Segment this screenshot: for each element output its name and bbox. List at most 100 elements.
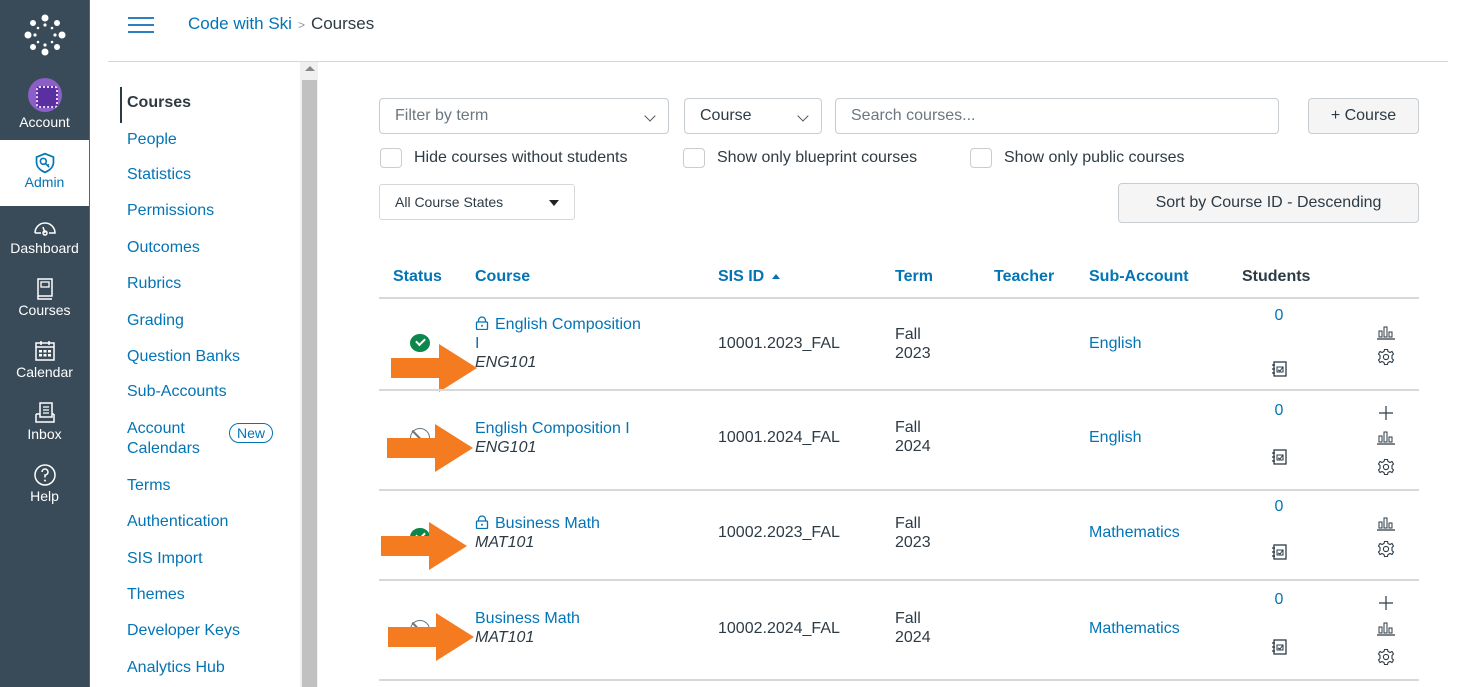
course-cell: Business Math MAT101 xyxy=(475,609,580,647)
column-header-course[interactable]: Course xyxy=(475,268,530,286)
avatar xyxy=(27,78,62,112)
breadcrumb-separator: > xyxy=(297,18,305,32)
gradebook-icon[interactable] xyxy=(1270,448,1290,466)
students-count-link[interactable]: 0 xyxy=(1269,306,1289,325)
course-states-value: All Course States xyxy=(395,194,504,210)
breadcrumb: Code with Ski > Courses xyxy=(188,14,374,34)
column-header-status[interactable]: Status xyxy=(393,268,442,286)
students-count-link[interactable]: 0 xyxy=(1269,497,1289,516)
column-header-students: Students xyxy=(1242,268,1311,285)
subnav-item-statistics[interactable]: Statistics xyxy=(127,165,191,185)
table-row: English Composition I ENG101 10001.2023_… xyxy=(0,298,1474,392)
course-code: MAT101 xyxy=(475,534,535,551)
breadcrumb-current: Courses xyxy=(310,14,375,33)
sub-account-link[interactable]: Mathematics xyxy=(1089,619,1180,638)
course-name-link[interactable]: Business Math xyxy=(475,609,580,628)
search-by-value: Course xyxy=(700,107,752,124)
search-by-select[interactable]: Course xyxy=(684,98,822,134)
statistics-icon[interactable] xyxy=(1376,514,1396,532)
hamburger-line xyxy=(128,31,154,33)
caret-down-icon xyxy=(549,200,559,206)
term-filter-placeholder: Filter by term xyxy=(395,107,489,124)
sort-button[interactable]: Sort by Course ID - Descending xyxy=(1118,183,1419,223)
course-code: ENG101 xyxy=(475,354,537,371)
show-only-public-checkbox[interactable]: Show only public courses xyxy=(970,148,1185,168)
term-season: Fall xyxy=(895,326,921,343)
checkbox-label: Hide courses without students xyxy=(414,149,628,166)
sis-id: 10002.2024_FAL xyxy=(718,620,840,637)
canvas-logo-icon[interactable] xyxy=(24,14,66,56)
sub-account-link[interactable]: Mathematics xyxy=(1089,523,1180,542)
gear-icon[interactable] xyxy=(1376,458,1396,476)
gear-icon[interactable] xyxy=(1376,648,1396,666)
course-code: ENG101 xyxy=(475,439,537,456)
search-courses-input[interactable] xyxy=(835,98,1279,134)
annotation-arrow xyxy=(388,613,474,661)
hide-courses-without-students-checkbox[interactable]: Hide courses without students xyxy=(380,148,627,168)
table-row: Business Math MAT101 10002.2023_FAL Fall… xyxy=(0,490,1474,580)
students-count-link[interactable]: 0 xyxy=(1269,401,1289,420)
scroll-up-arrow-icon[interactable] xyxy=(305,66,315,71)
add-user-icon[interactable] xyxy=(1376,594,1396,612)
checkbox-box[interactable] xyxy=(970,148,992,168)
course-cell: English Composition I ENG101 xyxy=(475,419,630,457)
show-only-blueprint-checkbox[interactable]: Show only blueprint courses xyxy=(683,148,917,168)
add-course-button[interactable]: + Course xyxy=(1308,98,1419,134)
course-name-line1: English Composition xyxy=(495,316,641,333)
course-code: MAT101 xyxy=(475,629,535,646)
table-row: English Composition I ENG101 10001.2024_… xyxy=(0,390,1474,490)
subnav-item-rubrics[interactable]: Rubrics xyxy=(127,274,181,294)
course-states-select[interactable]: All Course States xyxy=(379,184,575,220)
table-row: Business Math MAT101 10002.2024_FAL Fall… xyxy=(0,580,1474,680)
annotation-arrow xyxy=(381,522,467,570)
course-name-link[interactable]: Business Math xyxy=(475,514,600,533)
checkbox-box[interactable] xyxy=(683,148,705,168)
global-nav-admin-label: Admin xyxy=(24,174,65,190)
course-name-link[interactable]: English Composition I xyxy=(475,315,641,353)
sub-account-link[interactable]: English xyxy=(1089,334,1141,353)
course-name-link[interactable]: English Composition I xyxy=(475,419,630,438)
course-cell: Business Math MAT101 xyxy=(475,514,600,552)
column-header-sub-account[interactable]: Sub-Account xyxy=(1089,268,1189,286)
add-user-icon[interactable] xyxy=(1376,404,1396,422)
sis-id: 10001.2023_FAL xyxy=(718,335,840,352)
students-count-link[interactable]: 0 xyxy=(1269,590,1289,609)
course-name-text: Business Math xyxy=(495,515,600,532)
term: Fall 2023 xyxy=(895,325,931,363)
statistics-icon[interactable] xyxy=(1376,428,1396,446)
subnav-item-people[interactable]: People xyxy=(127,130,177,150)
hamburger-menu-button[interactable] xyxy=(128,17,154,35)
statistics-icon[interactable] xyxy=(1376,619,1396,637)
shield-key-icon xyxy=(35,152,54,174)
course-cell: English Composition I ENG101 xyxy=(475,315,641,372)
lock-icon xyxy=(475,316,489,330)
gear-icon[interactable] xyxy=(1376,348,1396,366)
term-filter-select[interactable]: Filter by term xyxy=(379,98,669,134)
chevron-down-icon xyxy=(797,110,809,122)
term-year: 2024 xyxy=(895,629,931,646)
active-indicator xyxy=(120,87,122,123)
global-nav-account[interactable]: Account xyxy=(0,78,89,138)
sub-account-link[interactable]: English xyxy=(1089,428,1141,447)
term-season: Fall xyxy=(895,610,921,627)
subnav-item-outcomes[interactable]: Outcomes xyxy=(127,238,200,258)
gradebook-icon[interactable] xyxy=(1270,638,1290,656)
term-season: Fall xyxy=(895,515,921,532)
subnav-item-permissions[interactable]: Permissions xyxy=(127,201,214,221)
breadcrumb-account-link[interactable]: Code with Ski xyxy=(188,14,292,33)
global-nav-dashboard[interactable]: Dashboard xyxy=(0,214,89,256)
subnav-item-courses[interactable]: Courses xyxy=(127,93,191,113)
column-header-term[interactable]: Term xyxy=(895,268,933,286)
column-header-teacher[interactable]: Teacher xyxy=(994,268,1054,286)
column-header-sis-id[interactable]: SIS ID xyxy=(718,268,781,286)
statistics-icon[interactable] xyxy=(1376,323,1396,341)
global-nav-dashboard-label: Dashboard xyxy=(10,240,79,256)
gradebook-icon[interactable] xyxy=(1270,360,1290,378)
column-header-sis-id-label: SIS ID xyxy=(718,268,765,285)
global-nav-admin[interactable]: Admin xyxy=(0,140,89,206)
gear-icon[interactable] xyxy=(1376,540,1396,558)
checkbox-box[interactable] xyxy=(380,148,402,168)
annotation-arrow xyxy=(391,344,477,392)
gradebook-icon[interactable] xyxy=(1270,543,1290,561)
annotation-arrow xyxy=(387,424,473,472)
